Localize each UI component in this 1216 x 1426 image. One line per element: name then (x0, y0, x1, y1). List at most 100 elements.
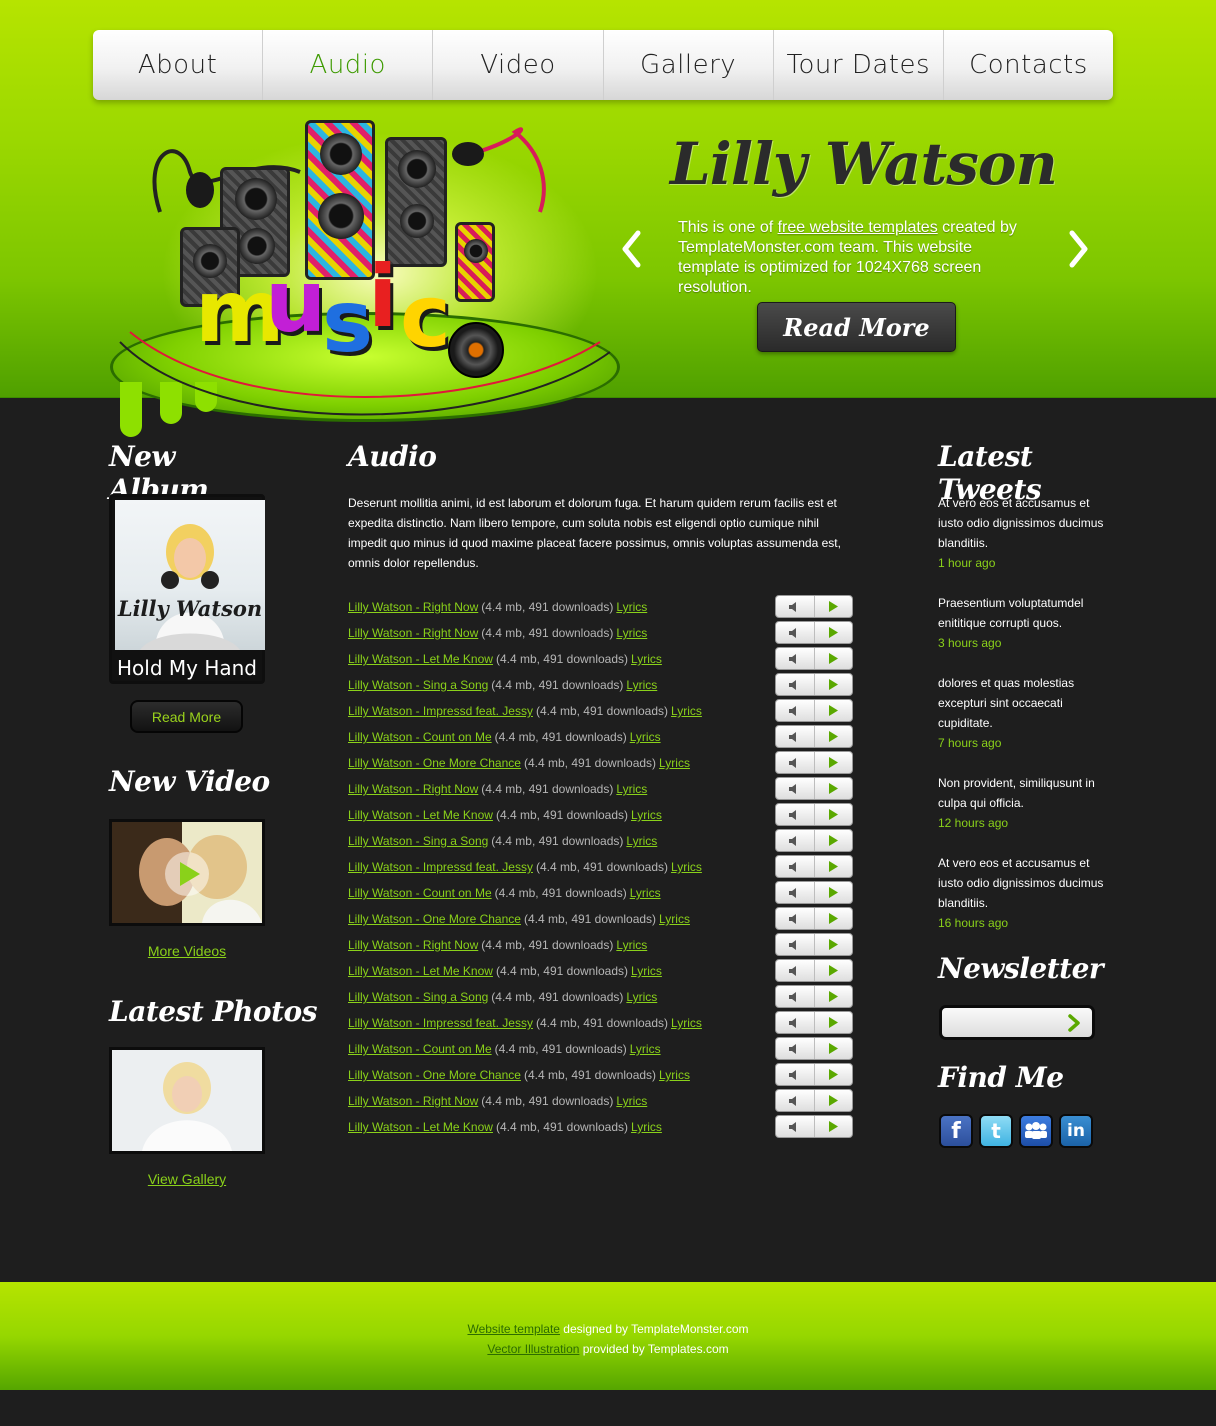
track-title-link[interactable]: Lilly Watson - Count on Me (348, 886, 492, 900)
track-lyrics-link[interactable]: Lyrics (671, 1016, 702, 1030)
track-title-link[interactable]: Lilly Watson - Impressd feat. Jessy (348, 704, 533, 718)
track-title-link[interactable]: Lilly Watson - Count on Me (348, 1042, 492, 1056)
track-lyrics-link[interactable]: Lyrics (659, 912, 690, 926)
track-lyrics-link[interactable]: Lyrics (626, 990, 657, 1004)
slider-prev-button[interactable] (616, 228, 646, 270)
track-lyrics-link[interactable]: Lyrics (671, 860, 702, 874)
play-button[interactable] (815, 856, 853, 877)
track-title-link[interactable]: Lilly Watson - Count on Me (348, 730, 492, 744)
play-button[interactable] (815, 778, 853, 799)
track-lyrics-link[interactable]: Lyrics (626, 834, 657, 848)
play-button[interactable] (815, 1090, 853, 1111)
play-button[interactable] (815, 908, 853, 929)
track-lyrics-link[interactable]: Lyrics (659, 756, 690, 770)
track-lyrics-link[interactable]: Lyrics (630, 886, 661, 900)
volume-button[interactable] (776, 596, 815, 617)
track-title-link[interactable]: Lilly Watson - Let Me Know (348, 652, 493, 666)
play-button[interactable] (815, 1064, 853, 1085)
linkedin-icon[interactable]: in (1059, 1114, 1093, 1148)
track-title-link[interactable]: Lilly Watson - Right Now (348, 782, 478, 796)
volume-button[interactable] (776, 752, 815, 773)
view-gallery-link[interactable]: View Gallery (148, 1171, 226, 1187)
nav-gallery[interactable]: Gallery (604, 30, 774, 100)
play-button[interactable] (815, 1038, 853, 1059)
volume-button[interactable] (776, 674, 815, 695)
track-title-link[interactable]: Lilly Watson - Right Now (348, 938, 478, 952)
album-read-more-button[interactable]: Read More (130, 700, 243, 733)
volume-button[interactable] (776, 1038, 815, 1059)
track-title-link[interactable]: Lilly Watson - One More Chance (348, 912, 521, 926)
track-lyrics-link[interactable]: Lyrics (616, 600, 647, 614)
volume-button[interactable] (776, 1064, 815, 1085)
website-template-link[interactable]: Website template (467, 1322, 560, 1336)
facebook-icon[interactable]: f (939, 1114, 973, 1148)
vector-illustration-link[interactable]: Vector Illustration (487, 1342, 579, 1356)
track-lyrics-link[interactable]: Lyrics (631, 808, 662, 822)
volume-button[interactable] (776, 1090, 815, 1111)
track-lyrics-link[interactable]: Lyrics (631, 1120, 662, 1134)
track-lyrics-link[interactable]: Lyrics (616, 938, 647, 952)
track-title-link[interactable]: Lilly Watson - Right Now (348, 600, 478, 614)
volume-button[interactable] (776, 882, 815, 903)
track-lyrics-link[interactable]: Lyrics (616, 1094, 647, 1108)
play-button[interactable] (815, 674, 853, 695)
track-title-link[interactable]: Lilly Watson - Let Me Know (348, 808, 493, 822)
volume-button[interactable] (776, 1116, 815, 1137)
play-button[interactable] (815, 960, 853, 981)
track-lyrics-link[interactable]: Lyrics (616, 626, 647, 640)
newsletter-email-input[interactable] (948, 1012, 1060, 1034)
track-title-link[interactable]: Lilly Watson - Sing a Song (348, 678, 488, 692)
track-title-link[interactable]: Lilly Watson - Right Now (348, 626, 478, 640)
play-button[interactable] (815, 882, 853, 903)
play-button[interactable] (815, 934, 853, 955)
track-lyrics-link[interactable]: Lyrics (630, 1042, 661, 1056)
video-thumbnail[interactable] (109, 819, 265, 926)
volume-button[interactable] (776, 804, 815, 825)
track-title-link[interactable]: Lilly Watson - Let Me Know (348, 964, 493, 978)
track-title-link[interactable]: Lilly Watson - One More Chance (348, 1068, 521, 1082)
volume-button[interactable] (776, 700, 815, 721)
nav-tour-dates[interactable]: Tour Dates (774, 30, 944, 100)
track-title-link[interactable]: Lilly Watson - One More Chance (348, 756, 521, 770)
volume-button[interactable] (776, 986, 815, 1007)
album-card[interactable]: Lilly Watson Hold My Hand (109, 494, 265, 684)
play-button[interactable] (815, 830, 853, 851)
track-lyrics-link[interactable]: Lyrics (671, 704, 702, 718)
play-button[interactable] (815, 700, 853, 721)
track-lyrics-link[interactable]: Lyrics (616, 782, 647, 796)
play-button[interactable] (815, 622, 853, 643)
track-lyrics-link[interactable]: Lyrics (626, 678, 657, 692)
track-lyrics-link[interactable]: Lyrics (659, 1068, 690, 1082)
track-lyrics-link[interactable]: Lyrics (631, 964, 662, 978)
track-title-link[interactable]: Lilly Watson - Right Now (348, 1094, 478, 1108)
track-lyrics-link[interactable]: Lyrics (631, 652, 662, 666)
track-lyrics-link[interactable]: Lyrics (630, 730, 661, 744)
volume-button[interactable] (776, 830, 815, 851)
volume-button[interactable] (776, 726, 815, 747)
free-templates-link[interactable]: free website templates (778, 219, 938, 236)
play-button[interactable] (815, 648, 853, 669)
track-title-link[interactable]: Lilly Watson - Impressd feat. Jessy (348, 860, 533, 874)
play-button[interactable] (815, 596, 853, 617)
nav-contacts[interactable]: Contacts (944, 30, 1113, 100)
volume-button[interactable] (776, 934, 815, 955)
volume-button[interactable] (776, 856, 815, 877)
more-videos-link[interactable]: More Videos (148, 943, 226, 959)
play-button[interactable] (815, 1116, 853, 1137)
track-title-link[interactable]: Lilly Watson - Let Me Know (348, 1120, 493, 1134)
myspace-icon[interactable] (1019, 1114, 1053, 1148)
play-button[interactable] (815, 726, 853, 747)
play-button[interactable] (815, 1012, 853, 1033)
play-button[interactable] (815, 986, 853, 1007)
play-button[interactable] (815, 804, 853, 825)
photo-thumbnail[interactable] (109, 1047, 265, 1154)
newsletter-submit-button[interactable] (1062, 1012, 1086, 1034)
nav-video[interactable]: Video (433, 30, 604, 100)
twitter-icon[interactable]: t (979, 1114, 1013, 1148)
volume-button[interactable] (776, 960, 815, 981)
track-title-link[interactable]: Lilly Watson - Impressd feat. Jessy (348, 1016, 533, 1030)
volume-button[interactable] (776, 622, 815, 643)
nav-audio[interactable]: Audio (263, 30, 434, 100)
volume-button[interactable] (776, 1012, 815, 1033)
volume-button[interactable] (776, 908, 815, 929)
